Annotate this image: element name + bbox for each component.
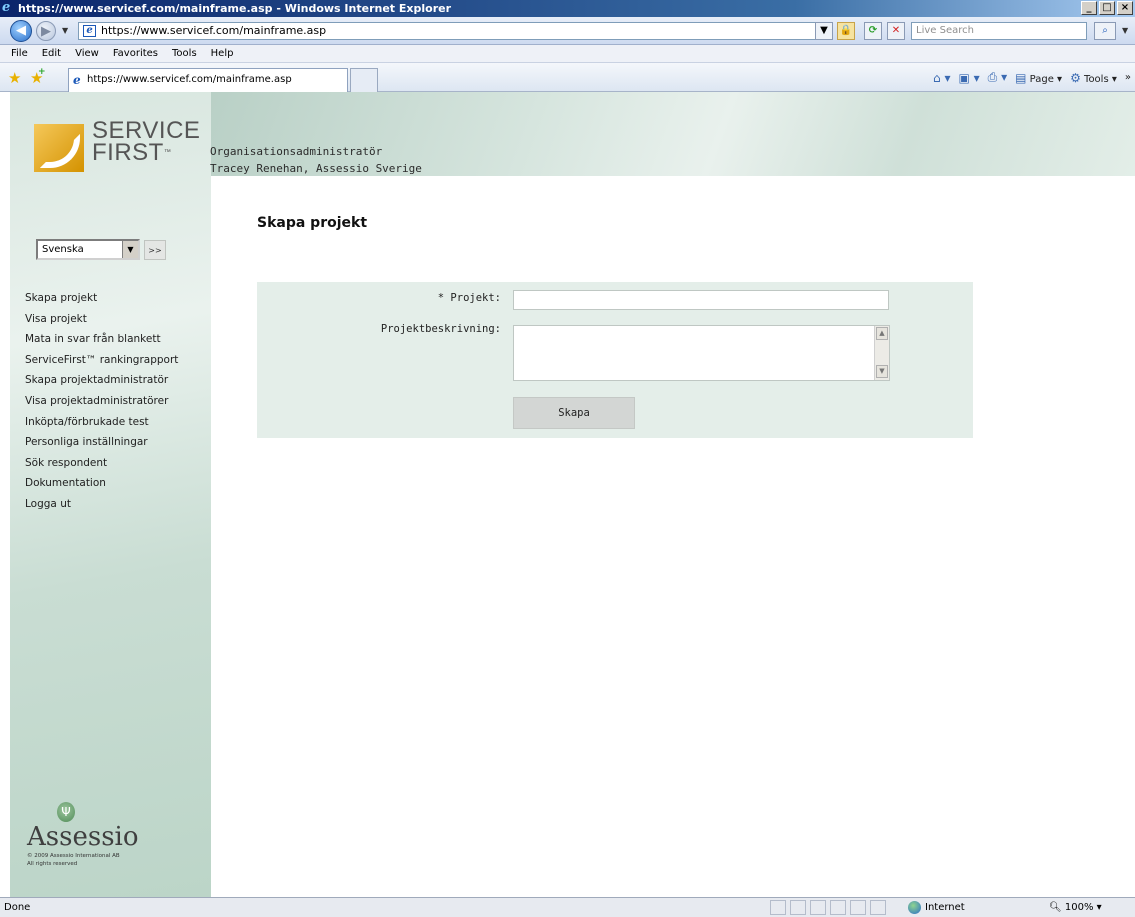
address-dropdown-icon[interactable]: ▼ bbox=[815, 22, 833, 40]
menu-tools[interactable]: Tools bbox=[165, 45, 204, 62]
sidebar-item-skapa-projektadministrator[interactable]: Skapa projektadministratör bbox=[25, 370, 178, 391]
globe-icon bbox=[908, 901, 921, 914]
lock-icon[interactable]: 🔒 bbox=[837, 22, 855, 40]
back-button[interactable]: ◀ bbox=[10, 20, 32, 42]
logo-trademark: ™ bbox=[163, 149, 172, 156]
servicefirst-logo: SERVICE FIRST™ bbox=[34, 119, 200, 180]
feeds-icon[interactable]: ▣ ▾ bbox=[958, 71, 979, 85]
sidebar-item-skapa-projekt[interactable]: Skapa projekt bbox=[25, 288, 178, 309]
logo-line2: FIRST bbox=[92, 139, 164, 166]
window-title: https://www.servicef.com/mainframe.asp -… bbox=[18, 2, 452, 15]
address-bar[interactable]: e https://www.servicef.com/mainframe.asp bbox=[78, 22, 830, 40]
search-options-dropdown-icon[interactable]: ▼ bbox=[1122, 26, 1128, 35]
create-project-form: * Projekt: Projektbeskrivning: ▲ ▼ Skapa bbox=[257, 282, 973, 438]
stop-icon[interactable]: ✕ bbox=[887, 22, 905, 40]
scroll-down-icon[interactable]: ▼ bbox=[876, 365, 888, 378]
tools-menu-label: Tools bbox=[1084, 73, 1109, 85]
language-go-button[interactable]: >> bbox=[144, 240, 166, 260]
toolbar-overflow-icon[interactable]: » bbox=[1125, 72, 1131, 83]
user-name: Tracey Renehan, Assessio Sverige bbox=[210, 162, 422, 175]
sidebar-item-dokumentation[interactable]: Dokumentation bbox=[25, 473, 178, 494]
zoom-icon: 🔍︎ bbox=[1049, 902, 1062, 913]
minimize-button[interactable]: _ bbox=[1081, 1, 1097, 15]
user-role: Organisationsadministratör bbox=[210, 145, 383, 158]
command-bar: ⌂ ▾ ▣ ▾ ⎙ ▾ ▤ Page ▾ ⚙ Tools ▾ » bbox=[933, 70, 1131, 85]
sidebar-item-visa-projektadministratorer[interactable]: Visa projektadministratörer bbox=[25, 391, 178, 412]
zoom-level: 100% bbox=[1064, 902, 1094, 913]
page-menu-icon: ▤ bbox=[1015, 70, 1027, 85]
textarea-scrollbar[interactable]: ▲ ▼ bbox=[874, 326, 889, 380]
page-menu[interactable]: ▤ Page ▾ bbox=[1015, 71, 1062, 85]
status-text: Done bbox=[4, 902, 31, 913]
language-selected: Svenska bbox=[42, 244, 84, 255]
tab-title: https://www.servicef.com/mainframe.asp bbox=[87, 74, 292, 85]
assessio-logo: Ψ Assessio © 2009 Assessio International… bbox=[27, 802, 147, 868]
refresh-icon[interactable]: ⟳ bbox=[864, 22, 882, 40]
tools-menu[interactable]: ⚙ Tools ▾ bbox=[1070, 71, 1117, 85]
assessio-brand: Assessio bbox=[27, 822, 139, 852]
page-title: Skapa projekt bbox=[257, 215, 368, 231]
search-icon[interactable]: ⌕ bbox=[1094, 22, 1116, 40]
print-icon[interactable]: ⎙ ▾ bbox=[988, 70, 1007, 85]
address-text: https://www.servicef.com/mainframe.asp bbox=[101, 24, 327, 37]
add-favorite-icon[interactable]: ★ + bbox=[30, 67, 46, 87]
sidebar-item-visa-projekt[interactable]: Visa projekt bbox=[25, 309, 178, 330]
sidebar-item-rankingrapport[interactable]: ServiceFirst™ rankingrapport bbox=[25, 350, 178, 371]
menu-edit[interactable]: Edit bbox=[35, 45, 68, 62]
security-zone[interactable]: Internet bbox=[905, 898, 965, 917]
sidebar-nav: Skapa projekt Visa projekt Mata in svar … bbox=[25, 288, 178, 515]
sidebar-item-logga-ut[interactable]: Logga ut bbox=[25, 494, 178, 515]
menu-file[interactable]: File bbox=[4, 45, 35, 62]
sidebar-item-sok-respondent[interactable]: Sök respondent bbox=[25, 453, 178, 474]
sidebar-item-personliga-installningar[interactable]: Personliga inställningar bbox=[25, 432, 178, 453]
page-icon: e bbox=[83, 25, 96, 37]
browser-tab[interactable]: e https://www.servicef.com/mainframe.asp bbox=[68, 68, 348, 92]
ie-logo-icon: e bbox=[2, 0, 11, 15]
menu-favorites[interactable]: Favorites bbox=[106, 45, 165, 62]
projekt-label: * Projekt: bbox=[437, 292, 501, 304]
favorites-bar: ★ ★ + e https://www.servicef.com/mainfram… bbox=[0, 63, 1135, 92]
recent-pages-dropdown-icon[interactable]: ▼ bbox=[62, 26, 68, 35]
sidebar-item-inkopta-test[interactable]: Inköpta/förbrukade test bbox=[25, 412, 178, 433]
new-tab-button[interactable] bbox=[350, 68, 378, 92]
forward-button[interactable]: ▶ bbox=[36, 21, 56, 41]
close-button[interactable]: × bbox=[1117, 1, 1133, 15]
projekt-input[interactable] bbox=[513, 290, 889, 310]
scroll-up-icon[interactable]: ▲ bbox=[876, 327, 888, 340]
maximize-button[interactable]: □ bbox=[1099, 1, 1115, 15]
projektbeskrivning-label: Projektbeskrivning: bbox=[380, 323, 501, 335]
user-info: Organisationsadministratör Tracey Reneha… bbox=[210, 143, 422, 177]
servicefirst-logo-mark-icon bbox=[34, 124, 84, 172]
skapa-button[interactable]: Skapa bbox=[513, 397, 635, 429]
zone-label: Internet bbox=[925, 902, 965, 913]
copyright-line1: © 2009 Assessio International AB bbox=[27, 853, 120, 859]
navigation-bar: ◀ ▶ ▼ e https://www.servicef.com/mainfra… bbox=[0, 17, 1135, 45]
copyright-line2: All rights reserved bbox=[27, 861, 78, 867]
menu-bar: File Edit View Favorites Tools Help bbox=[0, 45, 1135, 63]
psi-icon: Ψ bbox=[57, 802, 75, 822]
tab-page-icon: e bbox=[73, 73, 81, 87]
chevron-down-icon[interactable]: ▼ bbox=[122, 241, 138, 258]
page-content: SERVICE FIRST™ Svenska ▼ >> Skapa projek… bbox=[10, 92, 1135, 897]
page-menu-label: Page bbox=[1029, 73, 1054, 85]
menu-view[interactable]: View bbox=[68, 45, 106, 62]
tools-gear-icon: ⚙ bbox=[1070, 70, 1081, 85]
home-icon[interactable]: ⌂ ▾ bbox=[933, 71, 950, 85]
favorites-center-icon[interactable]: ★ bbox=[8, 69, 21, 87]
language-select[interactable]: Svenska ▼ bbox=[36, 239, 140, 260]
menu-help[interactable]: Help bbox=[204, 45, 241, 62]
status-bar: Done Internet 🔍︎ 100% ▾ bbox=[0, 897, 1135, 917]
window-titlebar: e https://www.servicef.com/mainframe.asp… bbox=[0, 0, 1135, 17]
sidebar-item-mata-in-svar[interactable]: Mata in svar från blankett bbox=[25, 329, 178, 350]
zoom-control[interactable]: 🔍︎ 100% ▾ bbox=[1049, 898, 1102, 917]
projektbeskrivning-textarea[interactable]: ▲ ▼ bbox=[513, 325, 890, 381]
search-input[interactable]: Live Search bbox=[911, 22, 1087, 40]
